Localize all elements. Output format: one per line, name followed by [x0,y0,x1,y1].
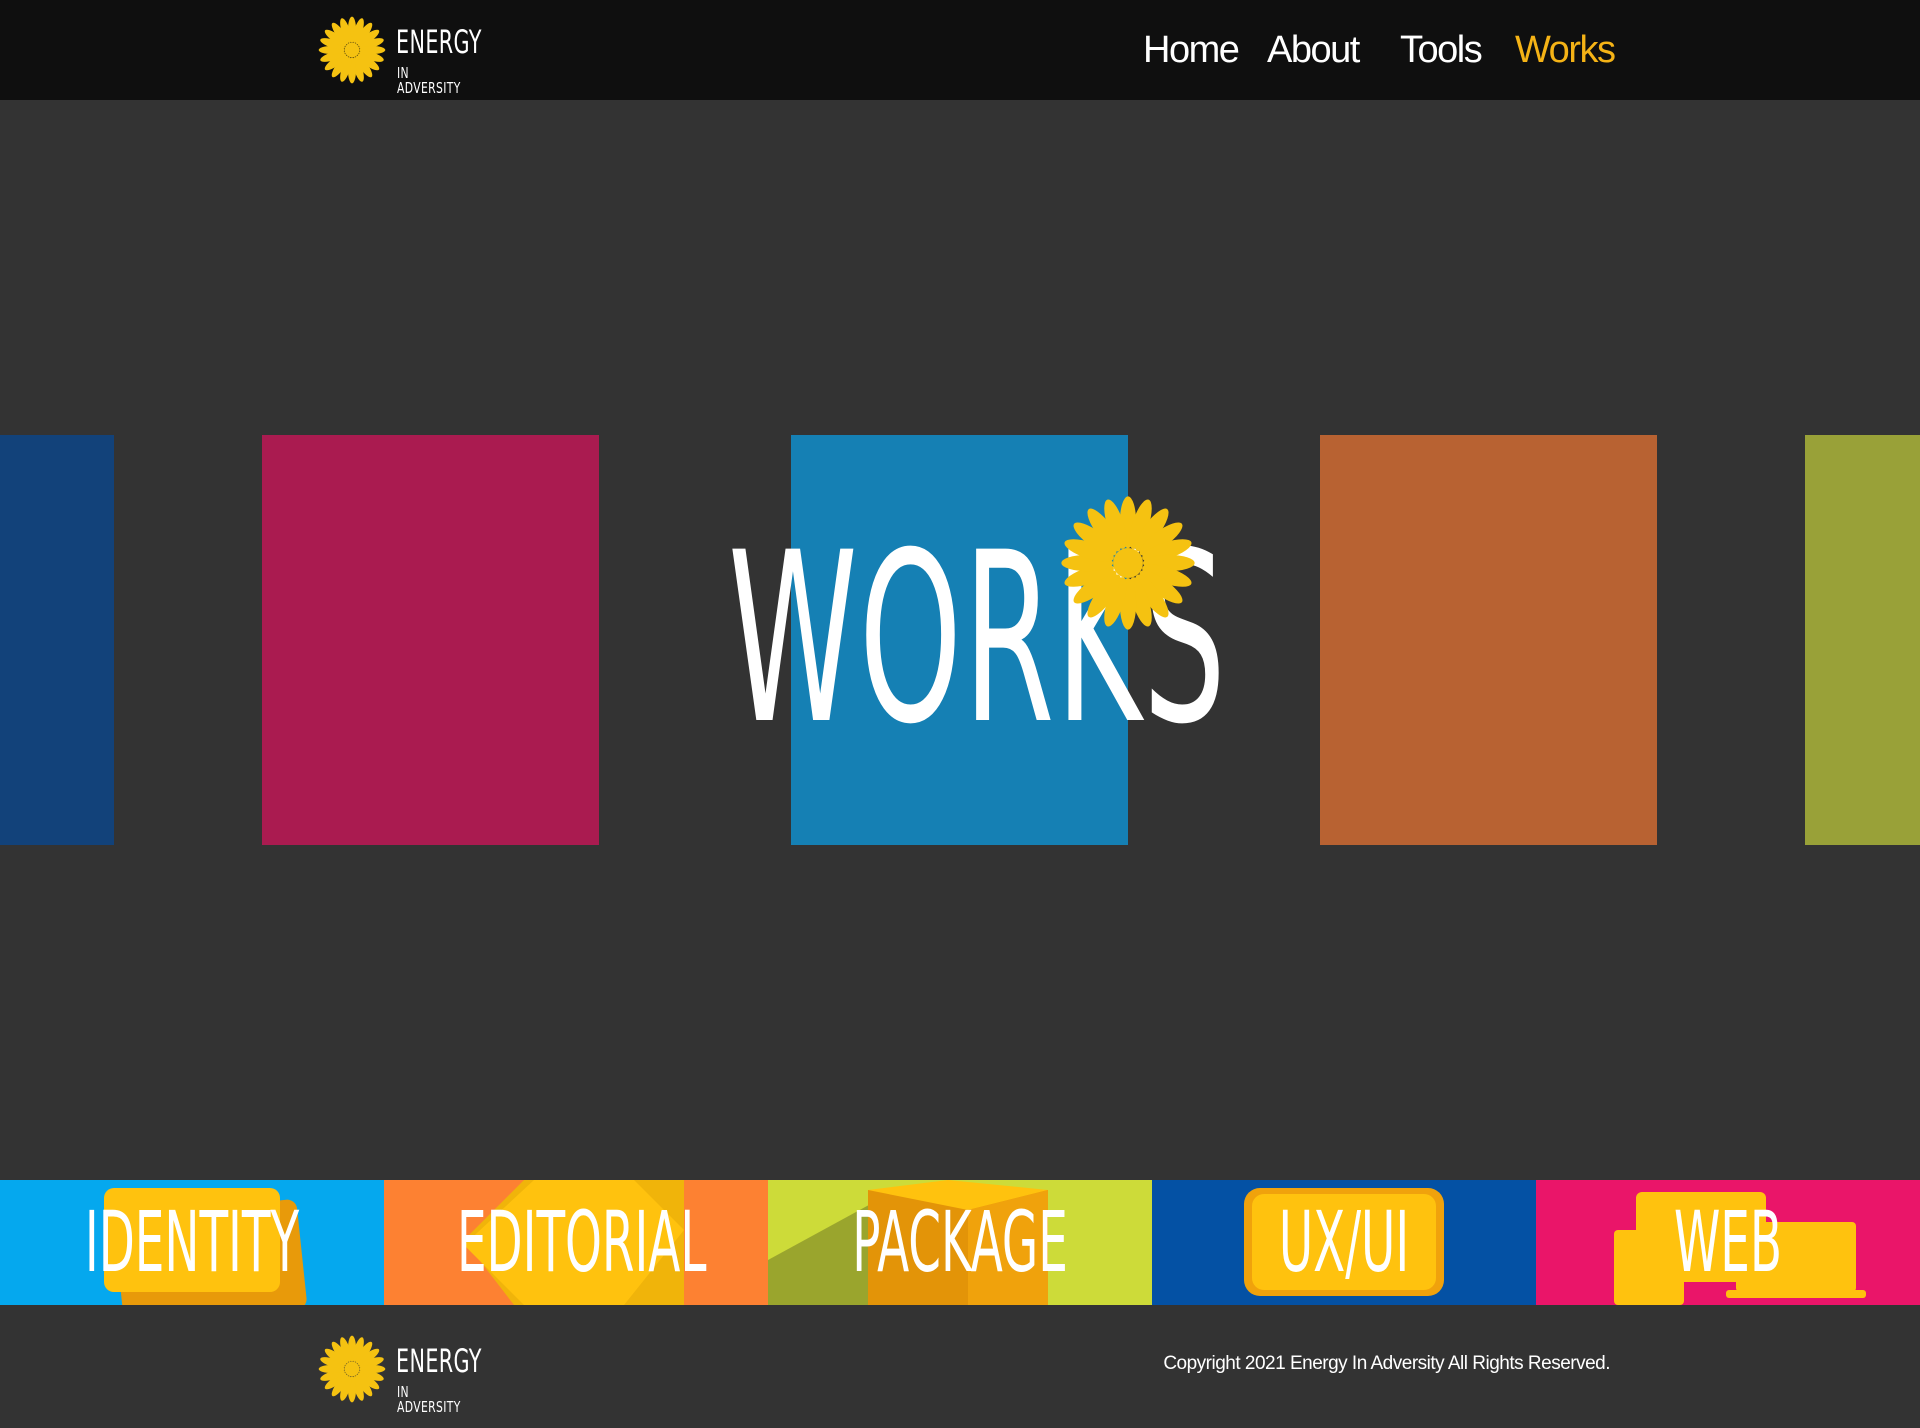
nav-works[interactable]: Works [1515,24,1616,76]
site-header: ENERGY IN ADVERSITY Home About Tools Wor… [0,0,1920,100]
nav-tools[interactable]: Tools [1400,24,1483,76]
hero-tile-magenta [262,435,599,845]
nav-about[interactable]: About [1267,24,1360,76]
logo-text-energy: ENERGY [396,1342,482,1380]
hero-tile-olive [1805,435,1920,845]
main-nav: Home About Tools Works [0,24,1920,76]
category-ux-ui[interactable]: UX/UI [1152,1180,1536,1305]
nav-home[interactable]: Home [1143,24,1240,76]
sunflower-icon [1061,496,1195,630]
category-package[interactable]: PACKAGE [768,1180,1152,1305]
category-label: IDENTITY [84,1193,300,1291]
category-label: WEB [1673,1193,1783,1291]
copyright-text: Copyright 2021 Energy In Adversity All R… [1163,1353,1610,1374]
hero-tile-navy [0,435,114,845]
category-web[interactable]: WEB [1536,1180,1920,1305]
hero-tile-orange [1320,435,1657,845]
category-identity[interactable]: IDENTITY [0,1180,384,1305]
category-editorial[interactable]: EDITORIAL [384,1180,768,1305]
category-label: UX/UI [1278,1193,1410,1291]
hero-section: WORKS [0,100,1920,1180]
category-label: PACKAGE [852,1193,1068,1291]
site-footer: ENERGY IN ADVERSITY Copyright 2021 Energ… [0,1305,1920,1428]
footer-logo[interactable]: ENERGY IN ADVERSITY [318,1333,488,1415]
logo-text-in-adversity: IN ADVERSITY [397,1383,461,1416]
sunflower-icon [318,1335,386,1403]
category-strip: IDENTITY EDITORIAL PACKAGE UX/UI WEB [0,1180,1920,1305]
category-label: EDITORIAL [456,1193,707,1291]
